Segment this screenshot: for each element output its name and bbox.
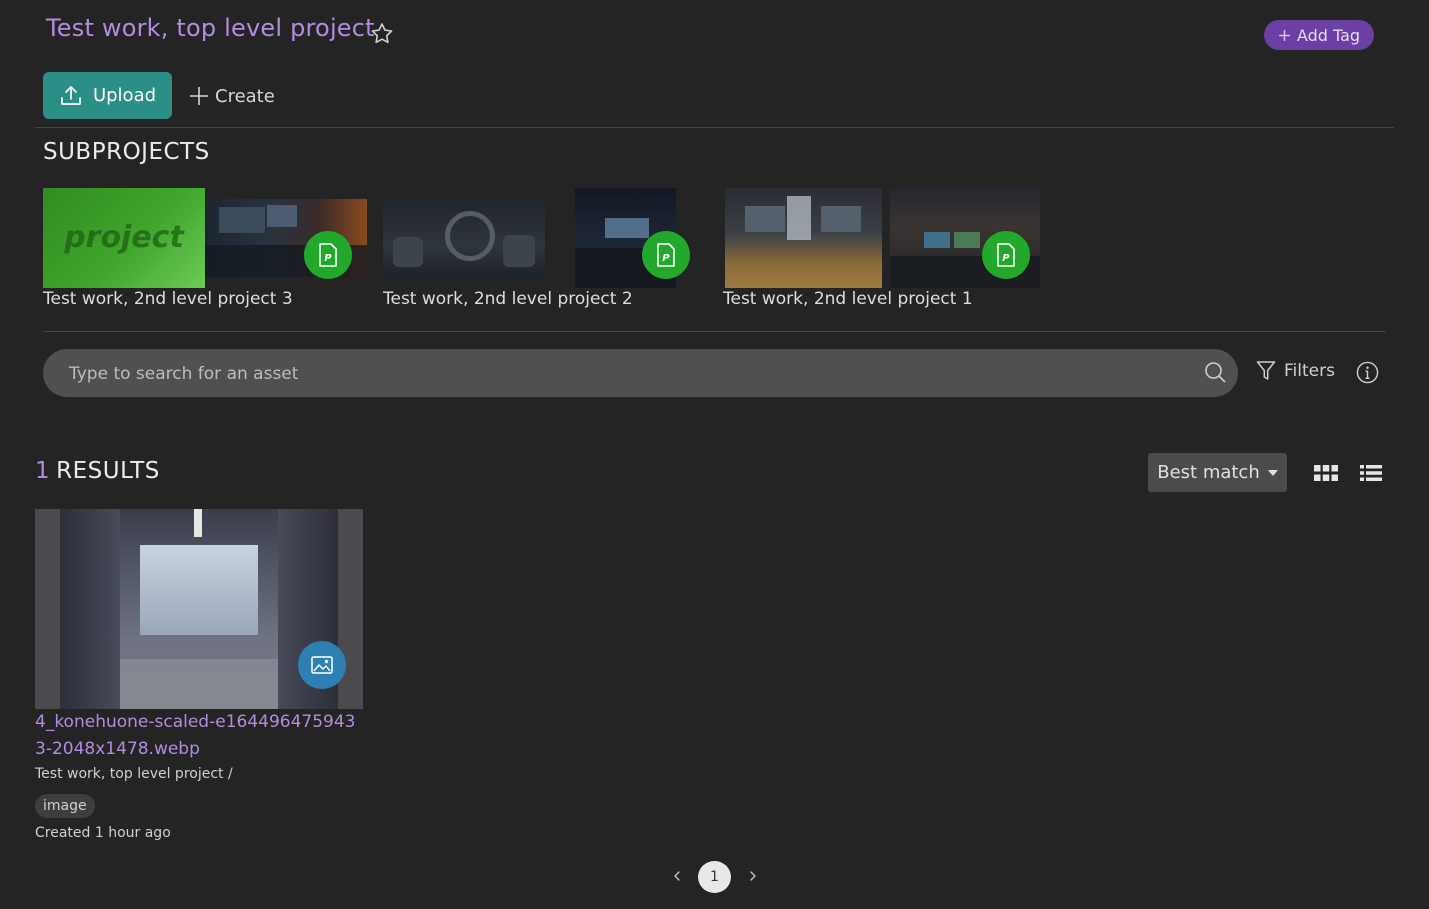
add-tag-label: Add Tag xyxy=(1296,25,1361,45)
create-button[interactable]: Create xyxy=(189,83,275,109)
search-icon[interactable] xyxy=(1204,361,1226,383)
placeholder-text: project xyxy=(64,220,184,255)
caret-down-icon xyxy=(1267,469,1278,476)
subprojects-heading: SUBPROJECTS xyxy=(43,139,210,165)
search-bar xyxy=(43,349,1238,399)
subproject-label-2[interactable]: Test work, 2nd level project 2 xyxy=(383,289,633,309)
svg-text:P: P xyxy=(1002,253,1010,264)
add-tag-button[interactable]: Add Tag xyxy=(1264,20,1374,50)
subproject-thumbnail xyxy=(383,197,545,279)
divider xyxy=(35,127,1394,128)
results-count: 1 xyxy=(35,458,51,484)
asset-type-tag[interactable]: image xyxy=(35,794,95,818)
search-input[interactable] xyxy=(67,349,1191,399)
plus-icon xyxy=(190,87,208,105)
page-number-button[interactable]: 1 xyxy=(698,861,731,893)
asset-created: Created 1 hour ago xyxy=(35,825,171,841)
asset-image xyxy=(60,509,338,709)
star-icon[interactable] xyxy=(369,21,395,47)
asset-path[interactable]: Test work, top level project / xyxy=(35,766,233,782)
svg-text:P: P xyxy=(662,253,670,264)
project-placeholder-thumbnail: project xyxy=(43,188,205,288)
sort-label: Best match xyxy=(1157,462,1260,483)
subproject-card-2[interactable]: P xyxy=(383,188,693,288)
page-title: Test work, top level project xyxy=(46,14,375,42)
project-badge-icon: P xyxy=(982,231,1030,279)
grid-view-icon[interactable] xyxy=(1314,465,1338,481)
filter-icon xyxy=(1256,361,1276,380)
info-icon[interactable] xyxy=(1356,361,1379,384)
list-view-icon[interactable] xyxy=(1360,465,1382,481)
plus-icon xyxy=(1279,29,1290,41)
project-badge-icon: P xyxy=(642,231,690,279)
create-label: Create xyxy=(215,85,275,107)
sort-dropdown[interactable]: Best match xyxy=(1148,453,1287,492)
subproject-card-1[interactable]: P xyxy=(725,188,1040,288)
image-type-icon xyxy=(298,641,346,689)
upload-icon xyxy=(61,85,81,105)
subproject-card-3[interactable]: project P xyxy=(43,188,367,288)
filters-label: Filters xyxy=(1284,361,1335,381)
chevron-right-icon[interactable] xyxy=(746,866,760,886)
filters-button[interactable]: Filters xyxy=(1256,360,1335,382)
svg-text:P: P xyxy=(324,253,332,264)
asset-name-link[interactable]: 4_konehuone-scaled-e1644964759433-2048x1… xyxy=(35,709,365,763)
upload-label: Upload xyxy=(92,85,157,106)
results-label: RESULTS xyxy=(56,458,160,484)
subproject-label-3[interactable]: Test work, 2nd level project 3 xyxy=(43,289,293,309)
chevron-left-icon[interactable] xyxy=(670,866,684,886)
project-badge-icon: P xyxy=(304,231,352,279)
subproject-thumbnail xyxy=(725,188,882,288)
subproject-label-1[interactable]: Test work, 2nd level project 1 xyxy=(723,289,973,309)
results-heading: 1 RESULTS xyxy=(35,458,160,484)
upload-button[interactable]: Upload xyxy=(43,72,172,119)
divider xyxy=(43,331,1386,332)
